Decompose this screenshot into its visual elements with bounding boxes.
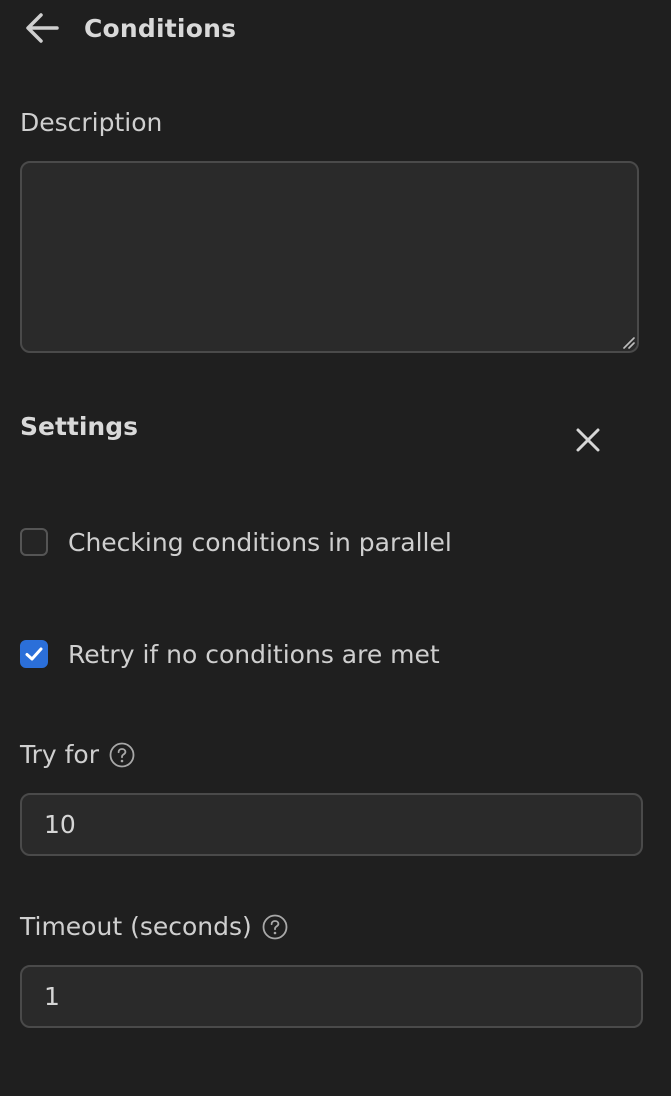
retry-option[interactable]: Retry if no conditions are met <box>20 637 440 671</box>
close-settings-button[interactable] <box>572 424 604 456</box>
timeout-label: Timeout (seconds) <box>20 912 252 941</box>
parallel-label: Checking conditions in parallel <box>68 527 452 557</box>
checkmark-icon <box>25 647 43 661</box>
parallel-checkbox[interactable] <box>20 528 48 556</box>
back-button[interactable] <box>24 8 64 48</box>
settings-heading: Settings <box>20 412 139 441</box>
timeout-label-row: Timeout (seconds) <box>20 912 288 941</box>
timeout-input[interactable]: 1 <box>20 965 643 1028</box>
try-for-label: Try for <box>20 740 99 769</box>
parallel-option[interactable]: Checking conditions in parallel <box>20 525 452 559</box>
try-for-input[interactable]: 10 <box>20 793 643 856</box>
retry-label: Retry if no conditions are met <box>68 639 440 669</box>
close-icon <box>576 428 600 452</box>
description-label: Description <box>20 108 163 137</box>
question-circle-icon[interactable] <box>109 742 135 768</box>
try-for-label-row: Try for <box>20 740 135 769</box>
question-circle-icon[interactable] <box>262 914 288 940</box>
retry-checkbox[interactable] <box>20 640 48 668</box>
arrow-left-icon <box>26 13 59 43</box>
description-textarea[interactable] <box>20 161 639 353</box>
page-title: Conditions <box>84 13 237 43</box>
header: Conditions <box>24 8 236 48</box>
resize-handle-icon[interactable] <box>621 335 635 349</box>
